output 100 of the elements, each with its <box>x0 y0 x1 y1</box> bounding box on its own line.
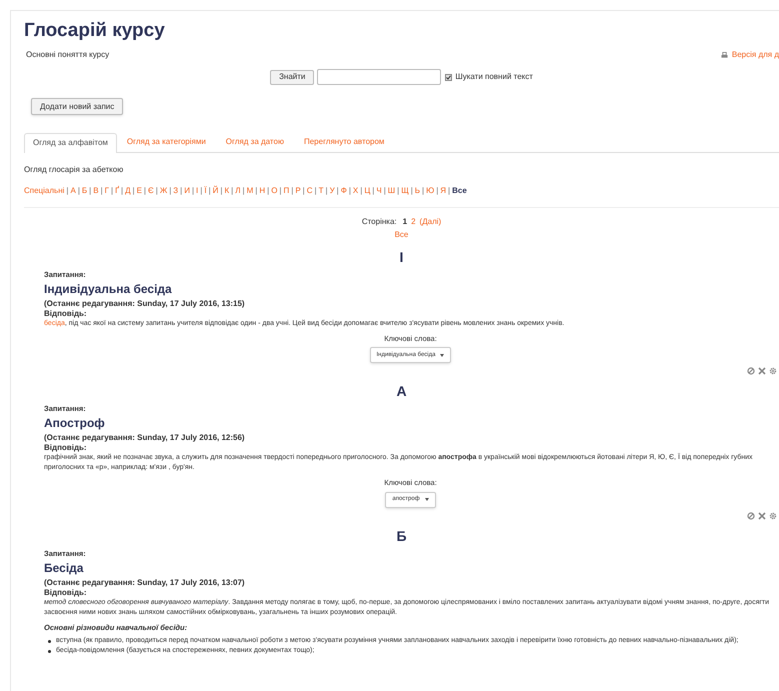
letter-separator: | <box>132 184 136 196</box>
caret-icon <box>424 498 429 501</box>
next-page-link[interactable]: (Далі) <box>420 216 442 228</box>
letter-link[interactable]: Щ <box>401 184 409 196</box>
letter-separator: | <box>219 184 224 196</box>
page-link[interactable]: 2 <box>411 216 416 228</box>
tab[interactable]: Огляд за алфавітом <box>24 132 117 152</box>
letter-separator: | <box>278 184 282 196</box>
answer-label: Відповідь: <box>44 443 88 454</box>
concept-title: Індивідуальна бесіда <box>44 280 173 297</box>
letter-link[interactable]: Т <box>318 184 324 196</box>
letter-link[interactable]: Л <box>235 184 240 196</box>
answer-label: Відповідь: <box>44 308 88 319</box>
letter-heading: І <box>398 248 404 264</box>
letter-link[interactable]: Ґ <box>115 184 119 196</box>
page-title: Глосарій курсу <box>24 19 166 43</box>
show-all-link[interactable]: Все <box>394 228 408 240</box>
disable-icon[interactable] <box>747 512 755 520</box>
letter-separator: | <box>359 184 364 196</box>
letter-link[interactable]: Е <box>136 184 142 196</box>
settings-icon[interactable] <box>769 367 777 375</box>
letter-link[interactable]: Н <box>259 184 266 196</box>
search-button[interactable]: Знайти <box>270 70 314 84</box>
letter-separator: | <box>179 184 184 196</box>
letter-link[interactable]: Ш <box>388 184 396 196</box>
letter-separator: | <box>88 184 92 196</box>
caret-icon <box>440 354 444 356</box>
letter-separator: | <box>324 184 329 196</box>
letter-separator: | <box>410 184 414 196</box>
letter-link[interactable]: Ч <box>376 184 382 196</box>
letter-separator: | <box>76 184 81 196</box>
letter-separator: | <box>336 184 340 196</box>
tab[interactable]: Огляд за датою <box>216 132 294 152</box>
letter-separator: | <box>199 184 204 196</box>
add-entry-button[interactable]: Додати новий запис <box>31 98 124 115</box>
edited-date: (Останнє редагування: Sunday, 17 July 2016, 13:15) <box>44 298 246 309</box>
fulltext-label: Шукати повний текст <box>455 71 533 83</box>
letter-separator: | <box>208 184 212 196</box>
letter-link[interactable]: Ц <box>364 184 370 196</box>
page-link[interactable]: 1 <box>402 216 408 228</box>
letter-link[interactable]: О <box>271 184 278 196</box>
letter-link[interactable]: А <box>70 184 76 196</box>
concept-title: Бесіда <box>44 560 84 576</box>
letter-link[interactable]: Я <box>440 184 446 196</box>
letter-separator: | <box>110 184 114 196</box>
letter-link[interactable]: І <box>196 184 198 196</box>
letter-separator: | <box>254 184 258 196</box>
letter-separator: | <box>371 184 376 196</box>
letter-separator: | <box>142 184 147 196</box>
bullet-icon <box>48 640 51 643</box>
letter-link[interactable]: Б <box>82 184 88 196</box>
tab[interactable]: Переглянуто автором <box>294 132 394 152</box>
letter-link[interactable]: Ь <box>414 184 420 196</box>
letter-link[interactable]: Спеціальні <box>24 184 64 196</box>
letter-separator: | <box>447 184 452 196</box>
letter-link[interactable]: М <box>246 184 254 196</box>
letter-separator: | <box>396 184 400 196</box>
letter-link[interactable]: У <box>330 184 335 196</box>
letter-separator: | <box>435 184 440 196</box>
letter-separator: | <box>154 184 159 196</box>
letter-link[interactable]: Все <box>452 184 467 196</box>
print-link[interactable]: Версія для д <box>720 49 779 61</box>
letter-link[interactable]: Ю <box>426 184 434 196</box>
letter-separator: | <box>120 184 124 196</box>
bullet-icon <box>48 650 51 653</box>
letter-separator: | <box>65 184 70 196</box>
letter-link[interactable]: Й <box>212 184 218 196</box>
letter-link[interactable]: П <box>284 184 290 196</box>
letter-separator: | <box>168 184 172 196</box>
letter-separator: | <box>242 184 246 196</box>
letter-link[interactable]: Ф <box>340 184 347 196</box>
settings-icon[interactable] <box>769 512 777 520</box>
edited-date: (Останнє редагування: Sunday, 17 July 2016, 13:07) <box>44 578 246 588</box>
edited-date: (Останнє редагування: Sunday, 17 July 2016, 12:56) <box>44 433 246 444</box>
disable-icon[interactable] <box>747 367 755 375</box>
browse-caption: Огляд глосарія за абеткою <box>24 164 124 176</box>
concept-title: Апостроф <box>44 415 106 432</box>
search-field[interactable] <box>317 69 442 85</box>
letter-separator: | <box>382 184 387 196</box>
delete-icon[interactable] <box>758 512 766 520</box>
letter-link[interactable]: З <box>173 184 178 196</box>
page-subtitle: Основні поняття курсу <box>26 49 110 61</box>
letter-link[interactable]: Х <box>352 184 358 196</box>
letter-link[interactable]: К <box>224 184 230 196</box>
letter-separator: | <box>314 184 318 196</box>
letter-link[interactable]: Ж <box>160 184 168 196</box>
letter-separator: | <box>302 184 306 196</box>
tab[interactable]: Огляд за категоріями <box>116 132 216 152</box>
letter-link[interactable]: И <box>184 184 190 196</box>
letter-link[interactable]: Р <box>295 184 301 196</box>
letter-link[interactable]: С <box>306 184 313 196</box>
letter-link[interactable]: В <box>93 184 99 196</box>
delete-icon[interactable] <box>758 367 766 375</box>
letter-link[interactable]: Є <box>148 184 154 196</box>
fulltext-checkbox[interactable] <box>445 74 452 80</box>
letter-heading: Б <box>395 528 408 544</box>
letter-link[interactable]: Д <box>125 184 130 196</box>
printer-icon <box>720 52 728 58</box>
letter-link[interactable]: Ї <box>204 184 207 196</box>
letter-link[interactable]: Г <box>104 184 109 196</box>
